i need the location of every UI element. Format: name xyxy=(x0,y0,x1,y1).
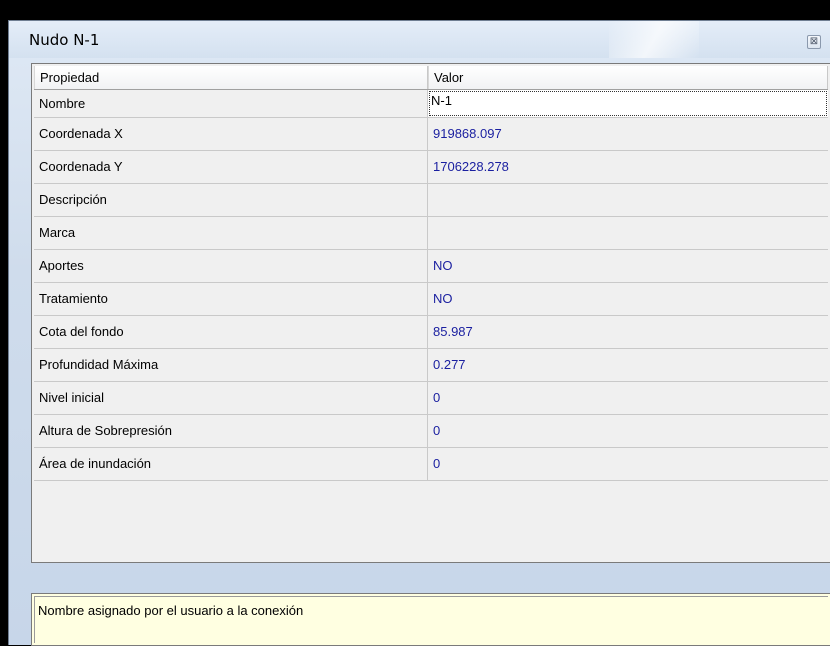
property-name[interactable]: Marca xyxy=(34,217,428,249)
property-name[interactable]: Descripción xyxy=(34,184,428,216)
grid-row-descripcion[interactable]: Descripción xyxy=(34,184,828,217)
grid-row-nombre[interactable]: Nombre N-1 xyxy=(34,90,828,118)
grid-row-marca[interactable]: Marca xyxy=(34,217,828,250)
property-name[interactable]: Coordenada X xyxy=(34,118,428,150)
property-value[interactable]: 0 xyxy=(428,382,828,414)
property-value[interactable]: 1706228.278 xyxy=(428,151,828,183)
grid-row-cota-del-fondo[interactable]: Cota del fondo 85.987 xyxy=(34,316,828,349)
grid-rows: Nombre N-1 Coordenada X 919868.097 Coord… xyxy=(34,90,828,481)
property-name[interactable]: Nombre xyxy=(34,90,428,117)
grid-row-coordenada-x[interactable]: Coordenada X 919868.097 xyxy=(34,118,828,151)
column-header-value[interactable]: Valor xyxy=(428,66,828,89)
property-grid: Propiedad Valor Nombre N-1 Coordenada X … xyxy=(31,63,830,563)
grid-row-aportes[interactable]: Aportes NO xyxy=(34,250,828,283)
property-name[interactable]: Aportes xyxy=(34,250,428,282)
property-value[interactable]: 85.987 xyxy=(428,316,828,348)
property-name[interactable]: Cota del fondo xyxy=(34,316,428,348)
property-value[interactable]: 0.277 xyxy=(428,349,828,381)
property-name[interactable]: Tratamiento xyxy=(34,283,428,315)
property-name[interactable]: Coordenada Y xyxy=(34,151,428,183)
property-value[interactable]: 0 xyxy=(428,448,828,480)
property-value[interactable]: NO xyxy=(428,283,828,315)
grid-row-tratamiento[interactable]: Tratamiento NO xyxy=(34,283,828,316)
description-text: Nombre asignado por el usuario a la cone… xyxy=(38,603,304,618)
description-panel: Nombre asignado por el usuario a la cone… xyxy=(31,593,830,646)
property-name[interactable]: Nivel inicial xyxy=(34,382,428,414)
property-value[interactable]: NO xyxy=(428,250,828,282)
grid-row-profundidad-maxima[interactable]: Profundidad Máxima 0.277 xyxy=(34,349,828,382)
node-properties-window: Nudo N-1 ⊠ Propiedad Valor Nombre N-1 Co… xyxy=(8,20,830,646)
property-value[interactable] xyxy=(428,217,828,249)
property-value[interactable]: 0 xyxy=(428,415,828,447)
property-value[interactable] xyxy=(428,184,828,216)
close-icon[interactable]: ⊠ xyxy=(807,35,821,49)
property-name[interactable]: Profundidad Máxima xyxy=(34,349,428,381)
property-name[interactable]: Área de inundación xyxy=(34,448,428,480)
grid-row-nivel-inicial[interactable]: Nivel inicial 0 xyxy=(34,382,828,415)
title-bar-sheen xyxy=(609,21,699,58)
column-header-property[interactable]: Propiedad xyxy=(34,66,428,89)
grid-row-area-de-inundacion[interactable]: Área de inundación 0 xyxy=(34,448,828,481)
title-bar[interactable]: Nudo N-1 ⊠ xyxy=(9,21,830,58)
property-value[interactable]: 919868.097 xyxy=(428,118,828,150)
property-name[interactable]: Altura de Sobrepresión xyxy=(34,415,428,447)
window-title: Nudo N-1 xyxy=(29,31,100,49)
grid-row-altura-de-sobrepresion[interactable]: Altura de Sobrepresión 0 xyxy=(34,415,828,448)
grid-header: Propiedad Valor xyxy=(34,66,828,90)
property-value-input[interactable]: N-1 xyxy=(428,90,828,117)
grid-row-coordenada-y[interactable]: Coordenada Y 1706228.278 xyxy=(34,151,828,184)
